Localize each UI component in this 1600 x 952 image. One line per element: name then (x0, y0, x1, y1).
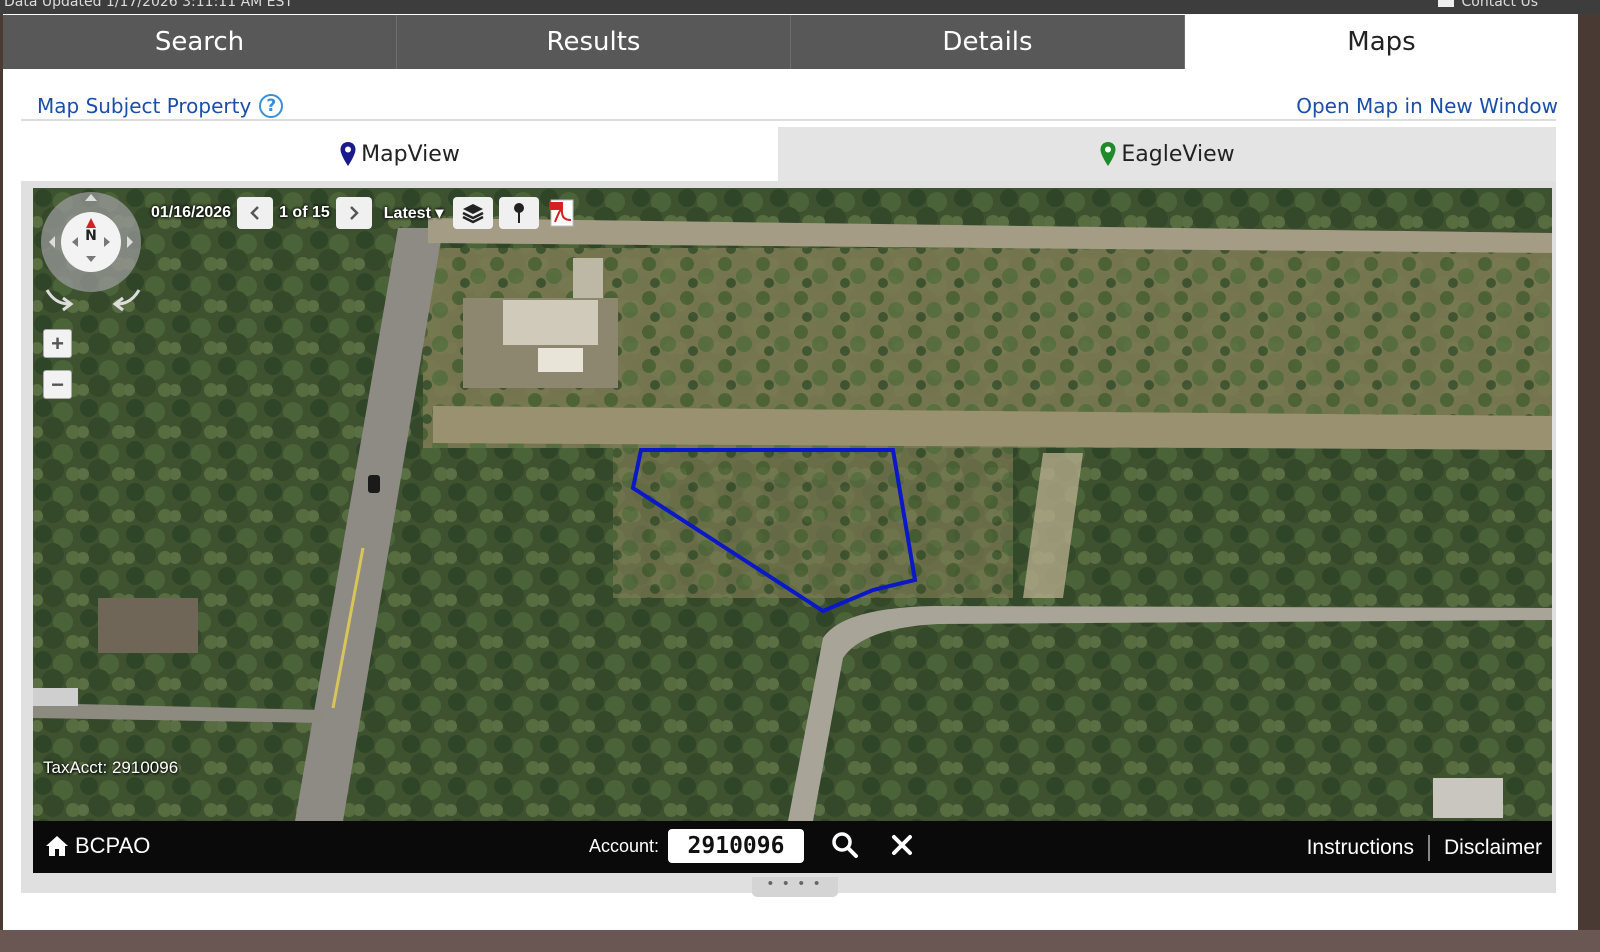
divider (21, 119, 1556, 121)
compass-icon: N (41, 192, 141, 292)
zoom-out-button[interactable]: − (43, 370, 72, 399)
next-image-button[interactable] (335, 197, 372, 229)
compass-control[interactable]: N (39, 192, 143, 296)
tab-mapview[interactable]: MapView (21, 127, 778, 181)
push-pin-icon (514, 203, 525, 223)
data-updated-text: Data Updated 1/17/2026 3:11:11 AM EST (4, 0, 293, 10)
bar-links: Instructions Disclaimer (1307, 835, 1542, 861)
main-tabs: Search Results Details Maps (3, 15, 1578, 69)
tab-mapview-label: MapView (361, 141, 460, 167)
map-pin-icon (340, 142, 356, 166)
aerial-map[interactable]: N + − 01/16/2026 1 of 15 Latest ▾ TaxAcc… (33, 188, 1552, 821)
contact-us-label: Contact Us (1461, 0, 1538, 10)
bcpao-home-link[interactable]: BCPAO (45, 833, 150, 859)
layers-icon (462, 204, 484, 224)
chevron-right-icon (349, 206, 359, 220)
search-button[interactable] (831, 831, 859, 864)
tab-eagleview-label: EagleView (1121, 141, 1235, 167)
chevron-left-icon (250, 206, 259, 220)
home-icon (46, 836, 68, 856)
map-subject-property: Map Subject Property ? (37, 94, 284, 118)
contact-us-link[interactable]: Contact Us (1437, 0, 1538, 10)
account-input[interactable]: 2910096 (668, 829, 804, 863)
zoom-in-button[interactable]: + (43, 329, 72, 358)
rotate-arrows-icon[interactable] (41, 284, 145, 314)
search-icon (832, 832, 858, 858)
view-tabs: MapView EagleView (21, 127, 1556, 181)
close-icon (892, 835, 912, 855)
account-label: Account: (589, 836, 660, 856)
layers-button[interactable] (453, 197, 494, 229)
clear-button[interactable] (891, 834, 913, 861)
help-icon[interactable]: ? (259, 94, 284, 118)
pdf-export-button[interactable] (545, 197, 579, 229)
browser-top-strip: Data Updated 1/17/2026 3:11:11 AM EST Co… (0, 0, 1600, 14)
pdf-icon (549, 199, 574, 227)
open-map-new-window-link[interactable]: Open Map in New Window (1296, 94, 1558, 118)
aerial-imagery (33, 188, 1552, 821)
imagery-date: 01/16/2026 (151, 204, 232, 221)
link-separator (1427, 835, 1430, 861)
version-dropdown[interactable]: Latest ▾ (384, 203, 444, 223)
compass-north-label: N (85, 228, 97, 244)
tab-maps[interactable]: Maps (1185, 15, 1578, 69)
version-label: Latest (383, 205, 431, 222)
date-toolbar: 01/16/2026 1 of 15 Latest ▾ (151, 197, 579, 229)
tab-details[interactable]: Details (791, 15, 1185, 69)
map-pin-icon (1100, 142, 1116, 166)
pin-tool-button[interactable] (499, 197, 540, 229)
tab-search[interactable]: Search (3, 15, 397, 69)
mail-icon (1437, 0, 1454, 7)
instructions-link[interactable]: Instructions (1307, 836, 1414, 860)
resize-handle[interactable]: • • • • (752, 876, 838, 897)
os-dock (0, 930, 1600, 952)
prev-image-button[interactable] (237, 197, 274, 229)
tab-results[interactable]: Results (397, 15, 791, 69)
tax-account-label: TaxAcct: 2910096 (43, 758, 179, 777)
tab-eagleview[interactable]: EagleView (778, 127, 1556, 181)
image-page-count: 1 of 15 (279, 204, 330, 221)
map-subject-property-link[interactable]: Map Subject Property (37, 94, 251, 118)
bcpao-label: BCPAO (75, 833, 151, 858)
caret-down-icon: ▾ (435, 205, 444, 222)
disclaimer-link[interactable]: Disclaimer (1444, 836, 1542, 860)
map-bottom-bar: BCPAO Account: 2910096 Instructions Disc… (33, 821, 1552, 873)
